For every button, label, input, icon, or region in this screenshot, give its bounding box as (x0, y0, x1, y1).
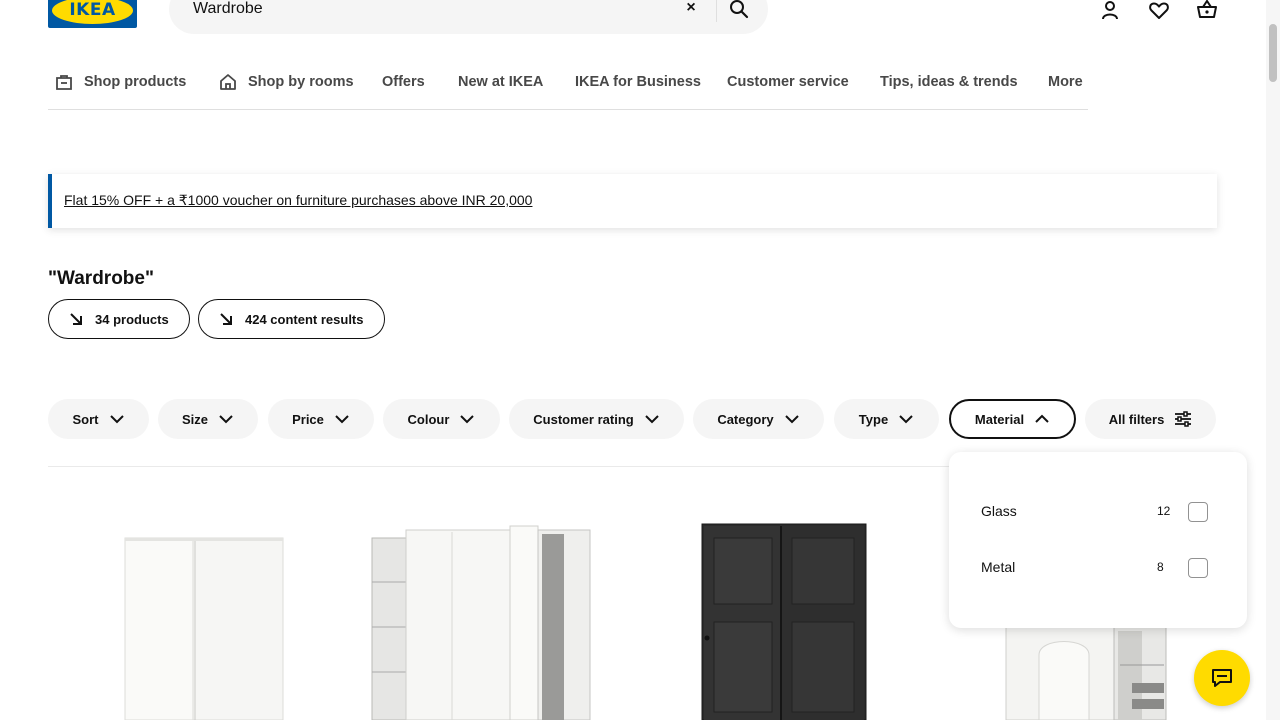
nav-label: Shop by rooms (248, 74, 354, 90)
filter-label: Type (858, 411, 889, 427)
store-bag-icon (56, 75, 72, 90)
chevron-down-icon (644, 415, 659, 424)
promo-banner: Flat 15% OFF + a ₹1000 voucher on furnit… (48, 174, 1217, 228)
product-image-white-sliding-wardrobe[interactable] (120, 530, 290, 720)
chevron-down-icon (899, 415, 913, 424)
arrow-down-right-icon (70, 313, 82, 325)
filter-category[interactable]: Category (693, 399, 824, 439)
chevron-up-icon (1035, 414, 1049, 423)
logo-oval: IKEA (52, 0, 133, 24)
house-icon (220, 74, 236, 90)
chevron-down-icon (335, 415, 349, 424)
page-scrollbar[interactable] (1266, 0, 1280, 720)
filter-label: Customer rating (533, 411, 634, 427)
chat-icon (1212, 669, 1232, 687)
filter-label: Size (181, 411, 208, 427)
chevron-down-icon (109, 415, 124, 424)
glass-checkbox[interactable] (1188, 502, 1208, 522)
nav-offers[interactable]: Offers (382, 72, 425, 92)
nav-tips-ideas-trends[interactable]: Tips, ideas & trends (880, 72, 1018, 92)
nav-label: Shop products (84, 74, 187, 90)
filter-label: Category (717, 411, 774, 427)
product-image-black-brown-sliding-wardrobe[interactable] (700, 522, 870, 720)
chevron-down-icon (460, 415, 475, 424)
product-image-white-wardrobe-open-drawers[interactable] (1004, 625, 1170, 720)
filter-type[interactable]: Type (834, 399, 939, 439)
results-title: "Wardrobe" (48, 268, 154, 289)
metal-checkbox[interactable] (1188, 558, 1208, 578)
nav-label: Offers (382, 74, 425, 90)
option-count: 12 (1157, 504, 1171, 518)
nav-shop-products[interactable]: Shop products (54, 72, 186, 92)
nav-new-at-ikea[interactable]: New at IKEA (458, 72, 543, 92)
nav-ikea-for-business[interactable]: IKEA for Business (575, 72, 701, 92)
all-filters-button[interactable]: All filters (1085, 399, 1216, 439)
chat-button[interactable] (1194, 650, 1250, 706)
filter-label: Price (292, 411, 324, 427)
material-option-glass[interactable]: Glass 12 (981, 500, 1231, 524)
nav-customer-service[interactable]: Customer service (727, 72, 849, 92)
user-icon[interactable] (1098, 0, 1122, 22)
chevron-down-icon (784, 415, 799, 424)
filter-size[interactable]: Size (158, 399, 258, 439)
filter-label: All filters (1108, 411, 1165, 427)
filter-price[interactable]: Price (268, 399, 374, 439)
content-results-button[interactable]: 424 content results (198, 299, 385, 339)
content-count-label: 424 content results (245, 311, 364, 327)
nav-label: IKEA for Business (575, 74, 701, 90)
nav-label: Customer service (727, 74, 849, 90)
search-input[interactable]: Wardrobe (193, 0, 263, 18)
ikea-logo[interactable]: IKEA (48, 0, 137, 28)
filter-label: Colour (407, 411, 450, 427)
page: IKEA Wardrobe × Shop products Shop by ro… (0, 0, 1280, 720)
filter-colour[interactable]: Colour (383, 399, 500, 439)
filter-material[interactable]: Material (949, 399, 1076, 439)
heart-icon[interactable] (1147, 0, 1171, 22)
products-results-button[interactable]: 34 products (48, 299, 190, 339)
search-bar[interactable]: Wardrobe × (169, 0, 768, 34)
products-count-label: 34 products (95, 311, 169, 327)
arrow-down-right-icon (220, 313, 232, 325)
filter-sort[interactable]: Sort (48, 399, 149, 439)
sliders-icon (1175, 411, 1192, 427)
option-label: Metal (981, 559, 1016, 575)
logo-text: IKEA (69, 0, 116, 20)
option-label: Glass (981, 503, 1017, 519)
main-nav: Shop products Shop by rooms Offers New a… (48, 62, 1088, 110)
product-image-white-wardrobe-open-shelves[interactable] (368, 522, 598, 720)
nav-label: New at IKEA (458, 74, 544, 90)
search-divider (716, 0, 717, 22)
filter-label: Sort (72, 411, 99, 427)
filter-label: Material (974, 411, 1025, 427)
nav-label: More (1048, 74, 1083, 90)
nav-label: Tips, ideas & trends (880, 74, 1018, 90)
promo-link[interactable]: Flat 15% OFF + a ₹1000 voucher on furnit… (64, 192, 532, 209)
nav-shop-by-rooms[interactable]: Shop by rooms (218, 72, 354, 92)
filter-customer-rating[interactable]: Customer rating (509, 399, 684, 439)
chevron-down-icon (219, 415, 233, 424)
basket-icon[interactable] (1195, 0, 1219, 22)
nav-more[interactable]: More (1048, 72, 1083, 92)
scrollbar-thumb[interactable] (1269, 24, 1277, 82)
option-count: 8 (1157, 560, 1164, 574)
search-icon[interactable] (727, 0, 751, 21)
material-option-metal[interactable]: Metal 8 (981, 556, 1231, 580)
clear-search-icon[interactable]: × (681, 0, 701, 18)
material-dropdown: Glass 12 Metal 8 (949, 452, 1247, 628)
